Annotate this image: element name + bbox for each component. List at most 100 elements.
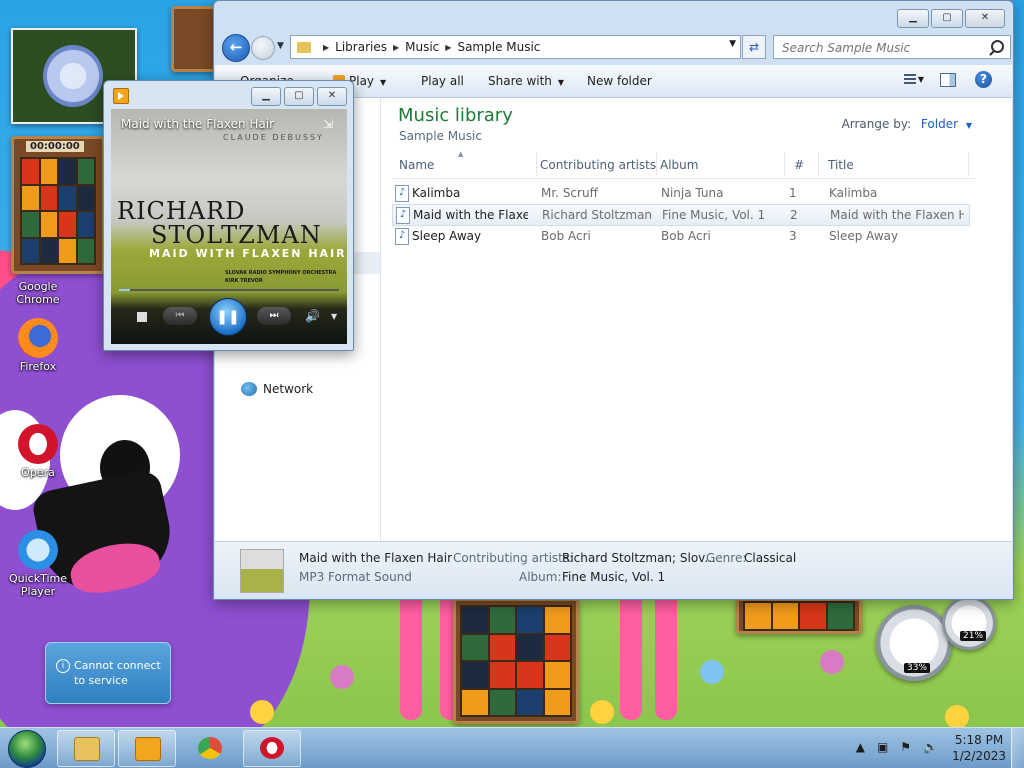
album-art-thumbnail	[240, 549, 284, 593]
share-with-button[interactable]: Share with ▼	[488, 74, 564, 88]
library-subtitle: Sample Music	[399, 129, 482, 143]
taskbar: ▲ ▣ ⚑ 🔈 5:18 PM 1/2/2023	[0, 727, 1024, 768]
switch-to-library-icon[interactable]: ⇲	[323, 117, 337, 131]
change-view-icon[interactable]	[904, 74, 916, 86]
taskbar-opera[interactable]	[243, 730, 301, 767]
table-row[interactable]: ♪ Kalimba Mr. Scruff Ninja Tuna 1 Kalimb…	[392, 183, 968, 203]
start-button[interactable]	[8, 730, 46, 768]
puzzle-gadget-2[interactable]	[171, 6, 219, 72]
column-header-title[interactable]: Title	[828, 158, 854, 178]
volume-dropdown-icon[interactable]: ▼	[331, 312, 337, 321]
previous-button[interactable]: ⏮	[163, 307, 197, 325]
album-art-artist-last: STOLTZMAN	[151, 221, 322, 249]
table-row-selected[interactable]: ♪ Maid with the Flaxe... Richard Stoltzm…	[392, 204, 970, 226]
clock[interactable]: 5:18 PM 1/2/2023	[952, 732, 1006, 764]
minimize-button[interactable]: ▁	[897, 9, 929, 28]
now-playing-view[interactable]: CLAUDE DEBUSSY RICHARD STOLTZMAN MAID WI…	[111, 109, 347, 344]
minimize-button[interactable]: ▁	[251, 87, 281, 106]
firefox-icon	[18, 318, 58, 358]
cell-number: 2	[790, 208, 798, 222]
recent-pages-dropdown[interactable]: ▼	[277, 41, 284, 51]
breadcrumb-music[interactable]: Music	[405, 40, 439, 54]
show-desktop-button[interactable]	[1011, 728, 1024, 768]
desktop-icon-opera[interactable]: Opera	[6, 424, 70, 479]
puzzle-board[interactable]	[460, 605, 572, 717]
folder-icon	[297, 41, 311, 53]
library-title: Music library	[398, 105, 513, 126]
wallpaper-dot	[820, 650, 844, 674]
show-hidden-icons-icon[interactable]: ▲	[856, 740, 865, 754]
music-file-icon: ♪	[396, 207, 410, 224]
music-file-icon: ♪	[395, 185, 409, 202]
volume-icon[interactable]: 🔈	[923, 740, 938, 754]
memory-meter-gadget[interactable]: 21%	[942, 596, 996, 650]
stop-button[interactable]	[137, 312, 147, 322]
cpu-meter-gadget[interactable]: 33%	[876, 605, 952, 681]
chevron-down-icon[interactable]: ▼	[966, 121, 972, 130]
column-header-artists[interactable]: Contributing artists	[540, 158, 656, 178]
close-button[interactable]: ✕	[317, 87, 347, 106]
column-header-album[interactable]: Album	[660, 158, 698, 178]
taskbar-media-player[interactable]	[118, 730, 176, 767]
service-notification[interactable]: i Cannot connect to service	[45, 642, 171, 704]
close-button[interactable]: ✕	[965, 9, 1005, 28]
network-status-icon[interactable]: ▣	[877, 740, 888, 754]
media-player-window[interactable]: ▁ ▢ ✕ CLAUDE DEBUSSY RICHARD STOLTZMAN M…	[103, 80, 354, 351]
help-icon[interactable]: ?	[975, 71, 992, 88]
taskbar-chrome[interactable]	[181, 730, 239, 767]
preview-pane-icon[interactable]	[940, 73, 956, 87]
taskbar-explorer[interactable]	[57, 730, 115, 767]
desktop-icon-quicktime[interactable]: QuickTime Player	[6, 530, 70, 598]
details-album-value[interactable]: Fine Music, Vol. 1	[562, 570, 665, 584]
desktop-icon-label: QuickTime Player	[8, 572, 68, 598]
cpu-meter-value: 33%	[904, 663, 931, 673]
details-title: Maid with the Flaxen Hair	[299, 551, 453, 565]
system-tray: ▲ ▣ ⚑ 🔈	[856, 740, 938, 754]
puzzle-gadget[interactable]: 00:00:00	[11, 136, 105, 274]
breadcrumb-sample-music[interactable]: Sample Music	[457, 40, 540, 54]
puzzle-board[interactable]	[20, 157, 96, 265]
nav-item-network[interactable]: Network	[241, 382, 313, 396]
table-row[interactable]: ♪ Sleep Away Bob Acri Bob Acri 3 Sleep A…	[392, 226, 968, 246]
search-input[interactable]	[780, 38, 984, 58]
clock-time: 5:18 PM	[954, 733, 1004, 747]
album-art-composer: CLAUDE DEBUSSY	[223, 133, 324, 142]
cell-title: Kalimba	[829, 186, 878, 200]
cell-name: Sleep Away	[412, 229, 482, 243]
forward-button[interactable]	[251, 36, 275, 60]
cell-name: Maid with the Flaxe...	[413, 208, 528, 222]
column-header-number[interactable]: #	[794, 158, 804, 178]
arrange-by-folder-link[interactable]: Folder	[921, 117, 958, 131]
volume-icon[interactable]: 🔊	[305, 309, 320, 323]
view-options-dropdown[interactable]: ▼	[918, 75, 924, 84]
puzzle-board[interactable]	[743, 601, 855, 631]
sort-indicator-icon: ▲	[458, 150, 464, 158]
details-genre-value[interactable]: Classical	[744, 551, 796, 565]
column-header-name[interactable]: Name	[399, 158, 434, 178]
maximize-button[interactable]: ▢	[284, 87, 314, 106]
back-button[interactable]: ←	[222, 34, 250, 62]
cell-artists: Richard Stoltzman...	[542, 208, 652, 222]
play-all-button[interactable]: Play all	[421, 74, 464, 88]
search-icon[interactable]	[991, 40, 1004, 53]
refresh-button[interactable]: ⇄	[742, 35, 766, 59]
seek-bar[interactable]	[119, 289, 339, 291]
cell-album: Ninja Tuna	[661, 186, 724, 200]
breadcrumb-libraries[interactable]: Libraries	[335, 40, 387, 54]
action-center-icon[interactable]: ⚑	[900, 740, 911, 754]
breadcrumb-chevron-icon[interactable]: ▶	[393, 43, 399, 52]
details-artists-value[interactable]: Richard Stoltzman; Slov...	[562, 551, 716, 565]
puzzle-gadget-4[interactable]	[736, 598, 862, 634]
address-dropdown-icon[interactable]: ▼	[729, 39, 736, 49]
desktop-icon-firefox[interactable]: Firefox	[6, 318, 70, 373]
breadcrumb-chevron-icon[interactable]: ▶	[323, 43, 329, 52]
address-bar[interactable]: ▶ Libraries ▶ Music ▶ Sample Music ▼	[290, 35, 741, 59]
breadcrumb-chevron-icon[interactable]: ▶	[445, 43, 451, 52]
puzzle-gadget-3[interactable]	[453, 598, 579, 724]
new-folder-button[interactable]: New folder	[587, 74, 652, 88]
next-button[interactable]: ⏭	[257, 307, 291, 325]
maximize-button[interactable]: ▢	[931, 9, 963, 28]
pause-button[interactable]: ❚❚	[209, 298, 247, 336]
search-box[interactable]	[773, 35, 1011, 59]
cell-artists: Mr. Scruff	[541, 186, 598, 200]
